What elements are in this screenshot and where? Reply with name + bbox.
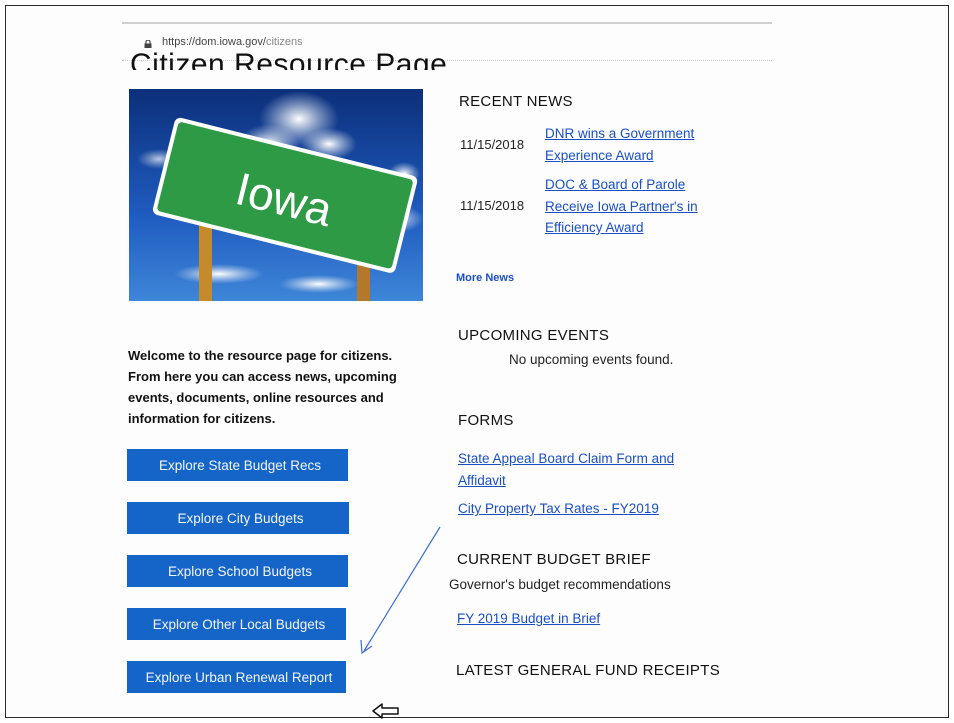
back-arrow-icon[interactable] — [371, 702, 401, 720]
annotation-arrow — [360, 526, 441, 655]
